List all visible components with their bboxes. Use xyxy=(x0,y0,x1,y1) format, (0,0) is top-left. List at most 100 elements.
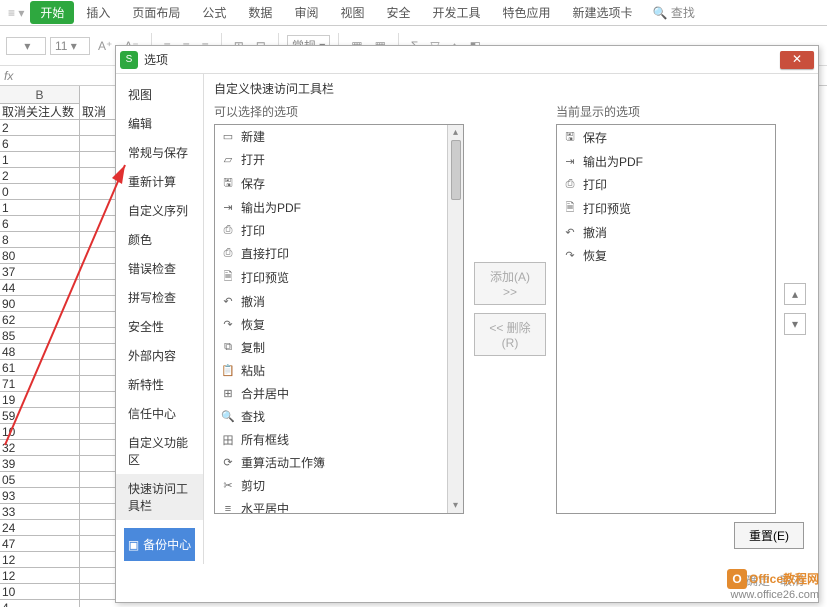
data-cell[interactable]: 61 xyxy=(0,360,80,376)
data-cell[interactable] xyxy=(80,408,115,424)
sidebar-item[interactable]: 拼写检查 xyxy=(116,283,203,312)
data-cell[interactable] xyxy=(80,440,115,456)
data-cell[interactable]: 6 xyxy=(0,216,80,232)
header-cell[interactable]: 取消 xyxy=(80,104,115,120)
data-cell[interactable]: 59 xyxy=(0,408,80,424)
data-cell[interactable]: 62 xyxy=(0,312,80,328)
data-cell[interactable]: 4 xyxy=(0,600,80,607)
sidebar-item[interactable]: 快速访问工具栏 xyxy=(116,474,203,520)
tab-insert[interactable]: 插入 xyxy=(76,1,120,24)
tab-data[interactable]: 数据 xyxy=(238,1,282,24)
data-cell[interactable]: 80 xyxy=(0,248,80,264)
list-item[interactable]: ▱打开 xyxy=(215,148,447,171)
data-cell[interactable] xyxy=(80,504,115,520)
data-cell[interactable] xyxy=(80,344,115,360)
move-down-button[interactable]: ▾ xyxy=(784,313,806,335)
data-cell[interactable] xyxy=(80,520,115,536)
data-cell[interactable] xyxy=(80,584,115,600)
data-cell[interactable] xyxy=(80,248,115,264)
list-item[interactable]: ⟳重算活动工作簿 xyxy=(215,451,447,474)
list-item[interactable]: ↷恢复 xyxy=(215,313,447,336)
data-cell[interactable] xyxy=(80,136,115,152)
data-cell[interactable]: 93 xyxy=(0,488,80,504)
sidebar-item[interactable]: 安全性 xyxy=(116,312,203,341)
data-cell[interactable] xyxy=(80,328,115,344)
tab-formula[interactable]: 公式 xyxy=(192,1,236,24)
list-item[interactable]: ⇥输出为PDF xyxy=(557,150,775,173)
data-cell[interactable] xyxy=(80,536,115,552)
list-item[interactable]: 🗎打印预览 xyxy=(557,196,775,221)
data-cell[interactable] xyxy=(80,184,115,200)
scroll-down-icon[interactable]: ▾ xyxy=(453,500,458,511)
data-cell[interactable]: 19 xyxy=(0,392,80,408)
data-cell[interactable] xyxy=(80,360,115,376)
data-cell[interactable] xyxy=(80,200,115,216)
list-item[interactable]: 田所有框线 xyxy=(215,428,447,451)
list-item[interactable]: ⧉复制 xyxy=(215,336,447,359)
data-cell[interactable]: 1 xyxy=(0,152,80,168)
scroll-up-icon[interactable]: ▴ xyxy=(453,127,458,138)
data-cell[interactable]: 0 xyxy=(0,184,80,200)
sidebar-item[interactable]: 错误检查 xyxy=(116,254,203,283)
list-item[interactable]: ⇥输出为PDF xyxy=(215,196,447,219)
list-item[interactable]: ✂剪切 xyxy=(215,474,447,497)
sidebar-item[interactable]: 颜色 xyxy=(116,225,203,254)
data-cell[interactable] xyxy=(80,152,115,168)
sidebar-item[interactable]: 自定义序列 xyxy=(116,196,203,225)
list-item[interactable]: ⊞合并居中 xyxy=(215,382,447,405)
data-cell[interactable] xyxy=(80,456,115,472)
data-cell[interactable]: 47 xyxy=(0,536,80,552)
scroll-thumb[interactable] xyxy=(451,140,461,200)
tab-special[interactable]: 特色应用 xyxy=(493,1,561,24)
data-cell[interactable] xyxy=(80,600,115,607)
fx-label[interactable]: fx xyxy=(4,69,13,83)
tab-review[interactable]: 审阅 xyxy=(284,1,328,24)
sidebar-item[interactable]: 重新计算 xyxy=(116,167,203,196)
data-cell[interactable] xyxy=(80,168,115,184)
data-cell[interactable] xyxy=(80,488,115,504)
add-button[interactable]: 添加(A) >> xyxy=(474,262,546,305)
tab-start[interactable]: 开始 xyxy=(30,1,74,24)
data-cell[interactable]: 05 xyxy=(0,472,80,488)
list-item[interactable]: ↷恢复 xyxy=(557,244,775,267)
menu-icon[interactable]: ≡ ▾ xyxy=(8,6,24,20)
data-cell[interactable] xyxy=(80,392,115,408)
list-item[interactable]: 📋粘贴 xyxy=(215,359,447,382)
font-size-select[interactable]: 11 ▾ xyxy=(50,37,90,55)
list-item[interactable]: 🗎打印预览 xyxy=(215,265,447,290)
data-cell[interactable] xyxy=(80,424,115,440)
data-cell[interactable]: 33 xyxy=(0,504,80,520)
data-cell[interactable]: 6 xyxy=(0,136,80,152)
data-cell[interactable] xyxy=(80,120,115,136)
search-box[interactable]: 🔍 查找 xyxy=(653,4,695,21)
tab-view[interactable]: 视图 xyxy=(330,1,374,24)
sidebar-item[interactable]: 常规与保存 xyxy=(116,138,203,167)
backup-center-button[interactable]: ▣ 备份中心 xyxy=(124,528,195,561)
data-cell[interactable] xyxy=(80,232,115,248)
current-list[interactable]: 🖫保存⇥输出为PDF⎙打印🗎打印预览↶撤消↷恢复 xyxy=(556,124,776,514)
header-cell[interactable]: 取消关注人数 xyxy=(0,104,80,120)
data-cell[interactable] xyxy=(80,280,115,296)
data-cell[interactable]: 48 xyxy=(0,344,80,360)
data-cell[interactable]: 85 xyxy=(0,328,80,344)
list-item[interactable]: ≡水平居中 xyxy=(215,497,447,514)
data-cell[interactable] xyxy=(80,376,115,392)
font-select[interactable]: ▾ xyxy=(6,37,46,55)
data-cell[interactable] xyxy=(80,568,115,584)
data-cell[interactable]: 90 xyxy=(0,296,80,312)
tab-dev[interactable]: 开发工具 xyxy=(422,1,490,24)
data-cell[interactable] xyxy=(80,264,115,280)
data-cell[interactable]: 39 xyxy=(0,456,80,472)
data-cell[interactable] xyxy=(80,472,115,488)
list-item[interactable]: ↶撤消 xyxy=(215,290,447,313)
list-item[interactable]: 🖫保存 xyxy=(215,171,447,196)
data-cell[interactable] xyxy=(80,552,115,568)
list-item[interactable]: ⎙打印 xyxy=(215,219,447,242)
spreadsheet[interactable]: B 取消关注人数取消261201688037449062854861711959… xyxy=(0,86,115,607)
list-item[interactable]: ⎙直接打印 xyxy=(215,242,447,265)
sidebar-item[interactable]: 信任中心 xyxy=(116,399,203,428)
list-item[interactable]: ▭新建 xyxy=(215,125,447,148)
list-item[interactable]: ↶撤消 xyxy=(557,221,775,244)
move-up-button[interactable]: ▴ xyxy=(784,283,806,305)
reset-button[interactable]: 重置(E) xyxy=(734,522,804,549)
